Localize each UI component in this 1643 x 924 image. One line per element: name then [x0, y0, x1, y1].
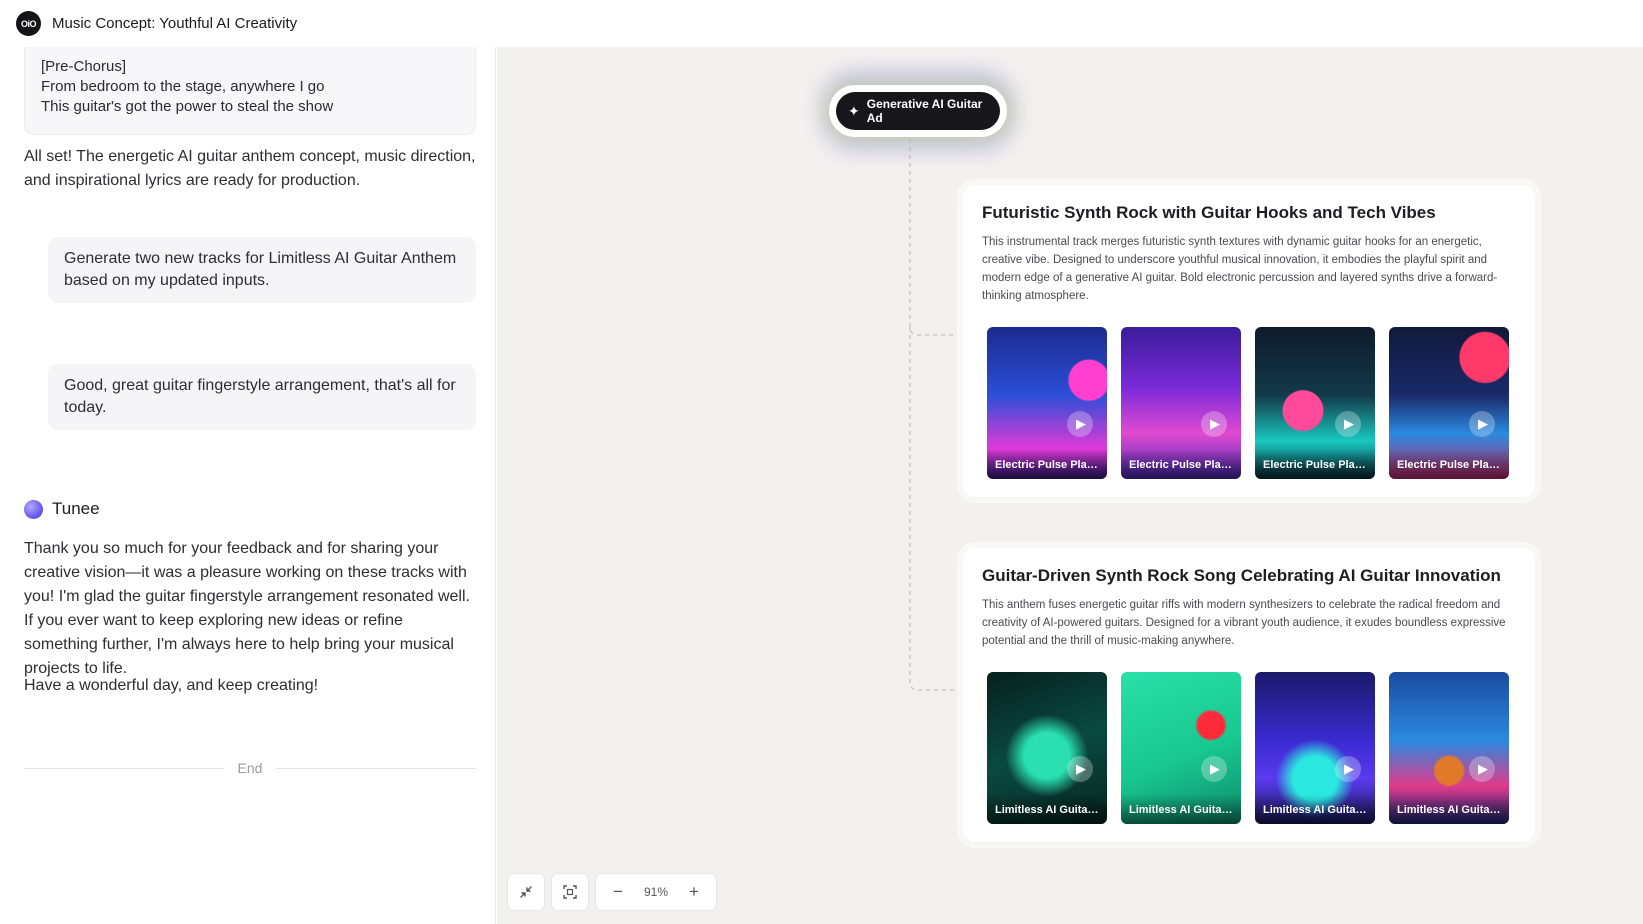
assistant-message: Thank you so much for your feedback and …: [24, 540, 470, 677]
assistant-message: All set! The energetic AI guitar anthem …: [24, 148, 476, 189]
track-title: Electric Pulse Play...: [1255, 449, 1375, 479]
app-header: OiO Music Concept: Youthful AI Creativit…: [0, 0, 1643, 47]
track-thumbnail[interactable]: ▶ Limitless AI Guitar ...: [1389, 672, 1509, 824]
root-node-label: Generative AI Guitar Ad: [866, 97, 983, 125]
zoom-in-button[interactable]: +: [680, 878, 708, 906]
track-title: Limitless AI Guitar ...: [1255, 794, 1375, 824]
assistant-name: Tunee: [52, 499, 100, 518]
sparkle-icon: ✦: [848, 102, 860, 119]
canvas-toolbar: − 91% +: [507, 872, 717, 912]
zoom-control: − 91% +: [595, 873, 717, 911]
card-title: Guitar-Driven Synth Rock Song Celebratin…: [982, 566, 1501, 585]
collapse-arrows-icon[interactable]: [507, 873, 545, 911]
root-node[interactable]: ✦ Generative AI Guitar Ad: [836, 92, 1000, 130]
connector-line: [909, 139, 955, 336]
lyrics-line: [Pre-Chorus]: [41, 58, 127, 75]
track-title: Limitless AI Guitar ...: [1389, 794, 1509, 824]
track-list: ▶ Electric Pulse Play... ▶ Electric Puls…: [987, 327, 1516, 479]
card-description: This instrumental track merges futuristi…: [982, 236, 1498, 302]
play-icon[interactable]: ▶: [1067, 411, 1093, 437]
zoom-level: 91%: [643, 885, 669, 899]
track-thumbnail[interactable]: ▶ Limitless AI Guitar ...: [1255, 672, 1375, 824]
avatar: [24, 499, 43, 519]
page-title: Music Concept: Youthful AI Creativity: [52, 15, 298, 32]
assistant-message: Have a wonderful day, and keep creating!: [24, 677, 319, 694]
assistant-header: Tunee: [24, 499, 100, 519]
card-description: This anthem fuses energetic guitar riffs…: [982, 599, 1506, 647]
end-divider: End: [24, 760, 477, 776]
track-thumbnail[interactable]: ▶ Electric Pulse Play...: [1389, 327, 1509, 479]
track-title: Electric Pulse Play...: [1389, 449, 1509, 479]
track-title: Electric Pulse Play...: [1121, 449, 1241, 479]
track-title: Limitless AI Guitar ...: [987, 794, 1107, 824]
connector-line: [909, 327, 955, 691]
track-list: ▶ Limitless AI Guitar ... ▶ Limitless AI…: [987, 672, 1516, 824]
lyrics-line: From bedroom to the stage, anywhere I go: [41, 78, 325, 95]
divider-line: [276, 767, 477, 769]
user-message: Generate two new tracks for Limitless AI…: [48, 237, 476, 303]
divider-line: [24, 767, 224, 769]
chat-panel: [Pre-Chorus] From bedroom to the stage, …: [0, 47, 496, 924]
card-title: Futuristic Synth Rock with Guitar Hooks …: [982, 203, 1436, 222]
end-label: End: [237, 760, 263, 776]
track-title: Limitless AI Guitar ...: [1121, 794, 1241, 824]
track-card[interactable]: Guitar-Driven Synth Rock Song Celebratin…: [963, 548, 1535, 842]
track-thumbnail[interactable]: ▶ Limitless AI Guitar ...: [1121, 672, 1241, 824]
track-card[interactable]: Futuristic Synth Rock with Guitar Hooks …: [963, 185, 1535, 497]
play-icon[interactable]: ▶: [1067, 756, 1093, 782]
play-icon[interactable]: ▶: [1335, 411, 1361, 437]
track-thumbnail[interactable]: ▶ Electric Pulse Play...: [987, 327, 1107, 479]
play-icon[interactable]: ▶: [1469, 411, 1495, 437]
play-icon[interactable]: ▶: [1201, 756, 1227, 782]
lyrics-line: This guitar's got the power to steal the…: [41, 98, 334, 115]
track-title: Electric Pulse Play...: [987, 449, 1107, 479]
track-thumbnail[interactable]: ▶ Limitless AI Guitar ...: [987, 672, 1107, 824]
track-thumbnail[interactable]: ▶ Electric Pulse Play...: [1255, 327, 1375, 479]
app-logo[interactable]: OiO: [16, 11, 41, 36]
play-icon[interactable]: ▶: [1335, 756, 1361, 782]
zoom-out-button[interactable]: −: [604, 878, 632, 906]
track-thumbnail[interactable]: ▶ Electric Pulse Play...: [1121, 327, 1241, 479]
user-message: Good, great guitar fingerstyle arrangeme…: [48, 364, 476, 430]
mindmap-canvas[interactable]: ✦ Generative AI Guitar Ad Futuristic Syn…: [497, 47, 1643, 924]
lyrics-card: [Pre-Chorus] From bedroom to the stage, …: [24, 47, 476, 135]
play-icon[interactable]: ▶: [1201, 411, 1227, 437]
fit-screen-icon[interactable]: [551, 873, 589, 911]
play-icon[interactable]: ▶: [1469, 756, 1495, 782]
